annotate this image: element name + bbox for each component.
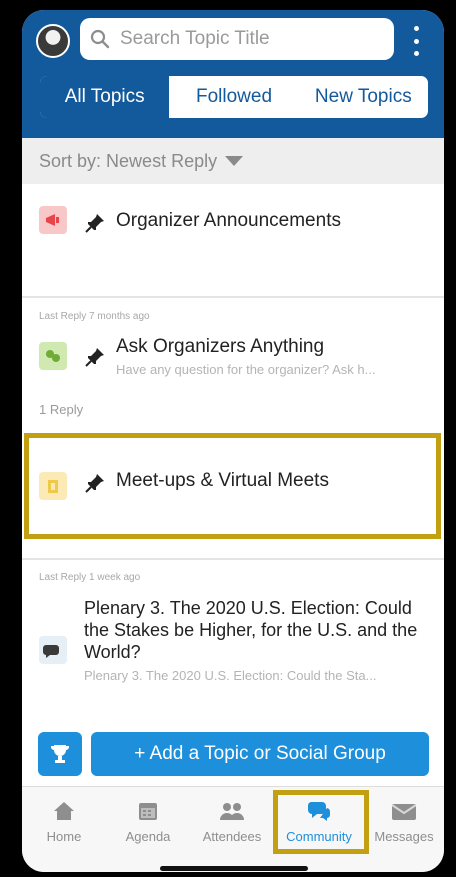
search-input[interactable] xyxy=(118,27,382,51)
topic-title[interactable]: Organizer Announcements xyxy=(116,210,341,232)
topic-filter-tabs: All Topics Followed New Topics xyxy=(38,74,430,120)
last-reply-time: Last Reply 1 week ago xyxy=(39,572,141,583)
topic-title[interactable]: Ask Organizers Anything xyxy=(116,336,324,358)
pin-icon xyxy=(85,348,104,367)
tab-label: Messages xyxy=(374,829,434,844)
trophy-icon xyxy=(51,745,69,763)
topic-subtitle: Plenary 3. The 2020 U.S. Election: Could… xyxy=(84,668,377,683)
tab-messages[interactable]: Messages xyxy=(362,787,444,857)
header: All Topics Followed New Topics xyxy=(22,10,444,138)
highlight-box xyxy=(24,433,441,539)
topic-title[interactable]: Plenary 3. The 2020 U.S. Election: Could… xyxy=(84,597,424,663)
sort-value: Newest Reply xyxy=(106,150,218,171)
sort-control[interactable]: Sort by: Newest Reply xyxy=(22,138,444,184)
more-options-icon[interactable] xyxy=(408,26,424,56)
reply-count: 1 Reply xyxy=(39,402,84,417)
chat-bubble-icon xyxy=(39,636,67,664)
envelope-icon xyxy=(391,804,417,820)
tab-label: Attendees xyxy=(202,829,262,844)
tab-agenda[interactable]: Agenda xyxy=(106,787,190,857)
divider xyxy=(22,558,444,560)
search-bar[interactable] xyxy=(80,18,394,60)
highlight-box xyxy=(273,790,369,854)
trophy-button[interactable] xyxy=(38,732,82,776)
topic-group-icon xyxy=(39,342,67,370)
sort-label: Sort by: xyxy=(39,150,102,171)
add-topic-button[interactable]: + Add a Topic or Social Group xyxy=(91,732,429,776)
home-icon xyxy=(54,802,74,820)
tab-all-topics[interactable]: All Topics xyxy=(40,76,170,118)
device-frame: All Topics Followed New Topics Sort by: … xyxy=(0,0,456,877)
tab-followed[interactable]: Followed xyxy=(169,76,298,118)
caret-down-icon xyxy=(225,156,244,166)
app-screen: All Topics Followed New Topics Sort by: … xyxy=(22,10,444,872)
divider xyxy=(22,296,444,298)
tab-home[interactable]: Home xyxy=(22,787,106,857)
bottom-tab-bar: Home Agenda Attendees Community Messages xyxy=(22,786,444,872)
tab-label: Home xyxy=(46,829,82,844)
megaphone-icon xyxy=(39,206,67,234)
tab-new-topics[interactable]: New Topics xyxy=(299,76,428,118)
last-reply-time: Last Reply 7 months ago xyxy=(39,311,150,322)
home-indicator xyxy=(160,866,308,871)
avatar[interactable] xyxy=(36,24,70,58)
tab-attendees[interactable]: Attendees xyxy=(190,787,274,857)
pin-icon xyxy=(85,214,104,233)
calendar-icon xyxy=(139,803,157,820)
people-icon xyxy=(220,803,244,820)
tab-label: Agenda xyxy=(125,829,171,844)
topic-subtitle: Have any question for the organizer? Ask… xyxy=(116,362,376,377)
search-icon xyxy=(90,29,110,49)
